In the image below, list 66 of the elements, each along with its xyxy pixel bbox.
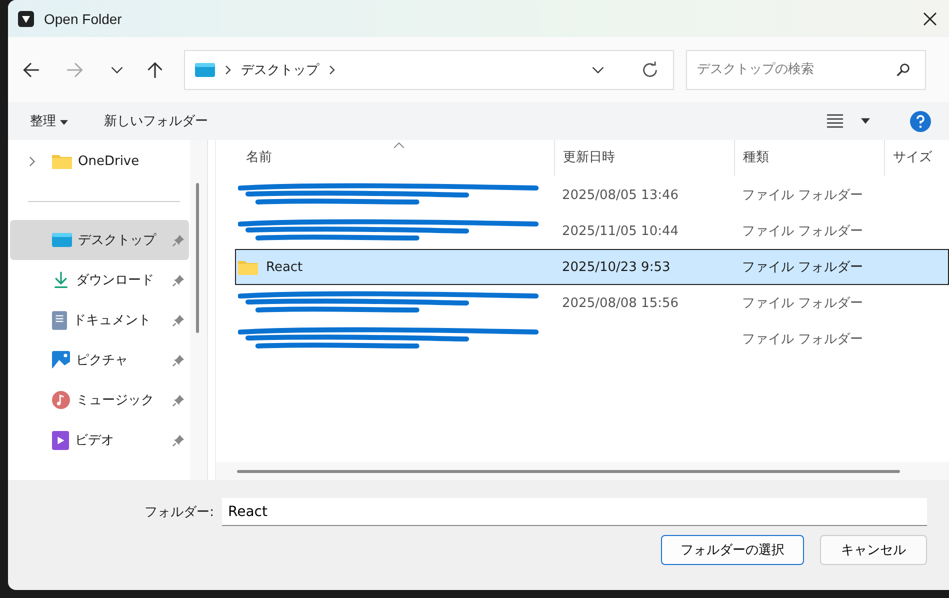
file-row[interactable]: React 2025/10/23 9:53 ファイル フォルダー	[235, 249, 949, 285]
column-header[interactable]: 更新日時	[555, 140, 735, 176]
caret-icon[interactable]	[861, 118, 870, 124]
folder-icon	[52, 153, 72, 169]
desktop-icon	[195, 62, 215, 78]
file-row[interactable]: 2025/08/05 13:46 ファイル フォルダー	[235, 177, 949, 213]
file-type: ファイル フォルダー	[742, 223, 864, 240]
desktop-icon	[52, 232, 72, 248]
folder-label: フォルダー:	[144, 504, 214, 521]
folder-input[interactable]: React	[222, 498, 927, 526]
close-icon[interactable]	[923, 12, 937, 26]
help-icon[interactable]	[910, 110, 931, 132]
select-folder-button[interactable]: フォルダーの選択	[661, 535, 804, 565]
video-icon	[52, 430, 69, 450]
file-name: React	[266, 260, 303, 274]
sidebar-label: ドキュメント	[73, 312, 152, 329]
file-type: ファイル フォルダー	[742, 295, 864, 312]
chevron-right-icon[interactable]	[28, 156, 36, 166]
sidebar-item[interactable]: OneDrive	[10, 141, 189, 181]
date-modified: 2025/08/05 13:46	[562, 188, 679, 202]
document-icon	[52, 310, 67, 330]
search-icon	[896, 62, 910, 76]
chevron-right-icon[interactable]	[329, 64, 335, 74]
date-modified: 2025/08/08 15:56	[562, 296, 679, 310]
sidebar-item[interactable]: デスクトップ	[10, 220, 189, 260]
address-bar[interactable]: デスクトップ	[184, 50, 674, 90]
view-list-icon[interactable]	[827, 114, 843, 128]
picture-icon	[52, 351, 70, 369]
refresh-icon[interactable]	[641, 60, 659, 78]
sidebar-item[interactable]: ミュージック	[10, 380, 189, 420]
search-field[interactable]: デスクトップの検索	[686, 50, 926, 90]
column-header[interactable]: 種類	[735, 140, 885, 176]
sidebar-label: OneDrive	[78, 154, 140, 168]
breadcrumb[interactable]: デスクトップ	[241, 60, 319, 78]
sort-caret-icon	[394, 142, 404, 148]
file-row[interactable]: 2025/08/08 15:56 ファイル フォルダー	[235, 285, 949, 321]
column-header[interactable]: サイズ	[885, 140, 949, 176]
date-modified: 2025/11/05 10:44	[562, 224, 679, 238]
new-folder-button[interactable]: 新しいフォルダー	[104, 112, 208, 130]
up-arrow-icon[interactable]	[146, 60, 164, 78]
file-row[interactable]: 2025/11/05 10:44 ファイル フォルダー	[235, 213, 949, 249]
file-type: ファイル フォルダー	[742, 331, 864, 348]
window-title: Open Folder	[44, 10, 123, 26]
sidebar-label: ビデオ	[75, 432, 115, 449]
chevron-right-icon	[225, 64, 231, 74]
sidebar-label: デスクトップ	[78, 232, 158, 249]
file-type: ファイル フォルダー	[742, 187, 864, 204]
sidebar-item[interactable]: ダウンロード	[10, 260, 189, 300]
sidebar-label: ダウンロード	[76, 272, 155, 289]
file-type: ファイル フォルダー	[742, 259, 864, 276]
date-modified: 2025/10/23 9:53	[562, 260, 670, 274]
back-arrow-icon[interactable]	[22, 60, 40, 78]
column-header[interactable]: 名前	[216, 140, 555, 176]
sidebar-item[interactable]: ドキュメント	[10, 300, 189, 340]
file-row[interactable]: ファイル フォルダー	[235, 321, 949, 357]
sidebar-item[interactable]: ビデオ	[10, 420, 189, 460]
organize-button[interactable]: 整理	[30, 112, 68, 130]
folder-icon	[238, 259, 258, 275]
music-note-icon	[52, 391, 70, 409]
download-icon	[52, 271, 70, 289]
sidebar-label: ミュージック	[76, 392, 155, 409]
caret-icon	[60, 120, 68, 125]
sidebar-label: ピクチャ	[76, 352, 129, 369]
cancel-button[interactable]: キャンセル	[820, 535, 927, 565]
sidebar-item[interactable]: ピクチャ	[10, 340, 189, 380]
app-icon	[18, 10, 34, 26]
